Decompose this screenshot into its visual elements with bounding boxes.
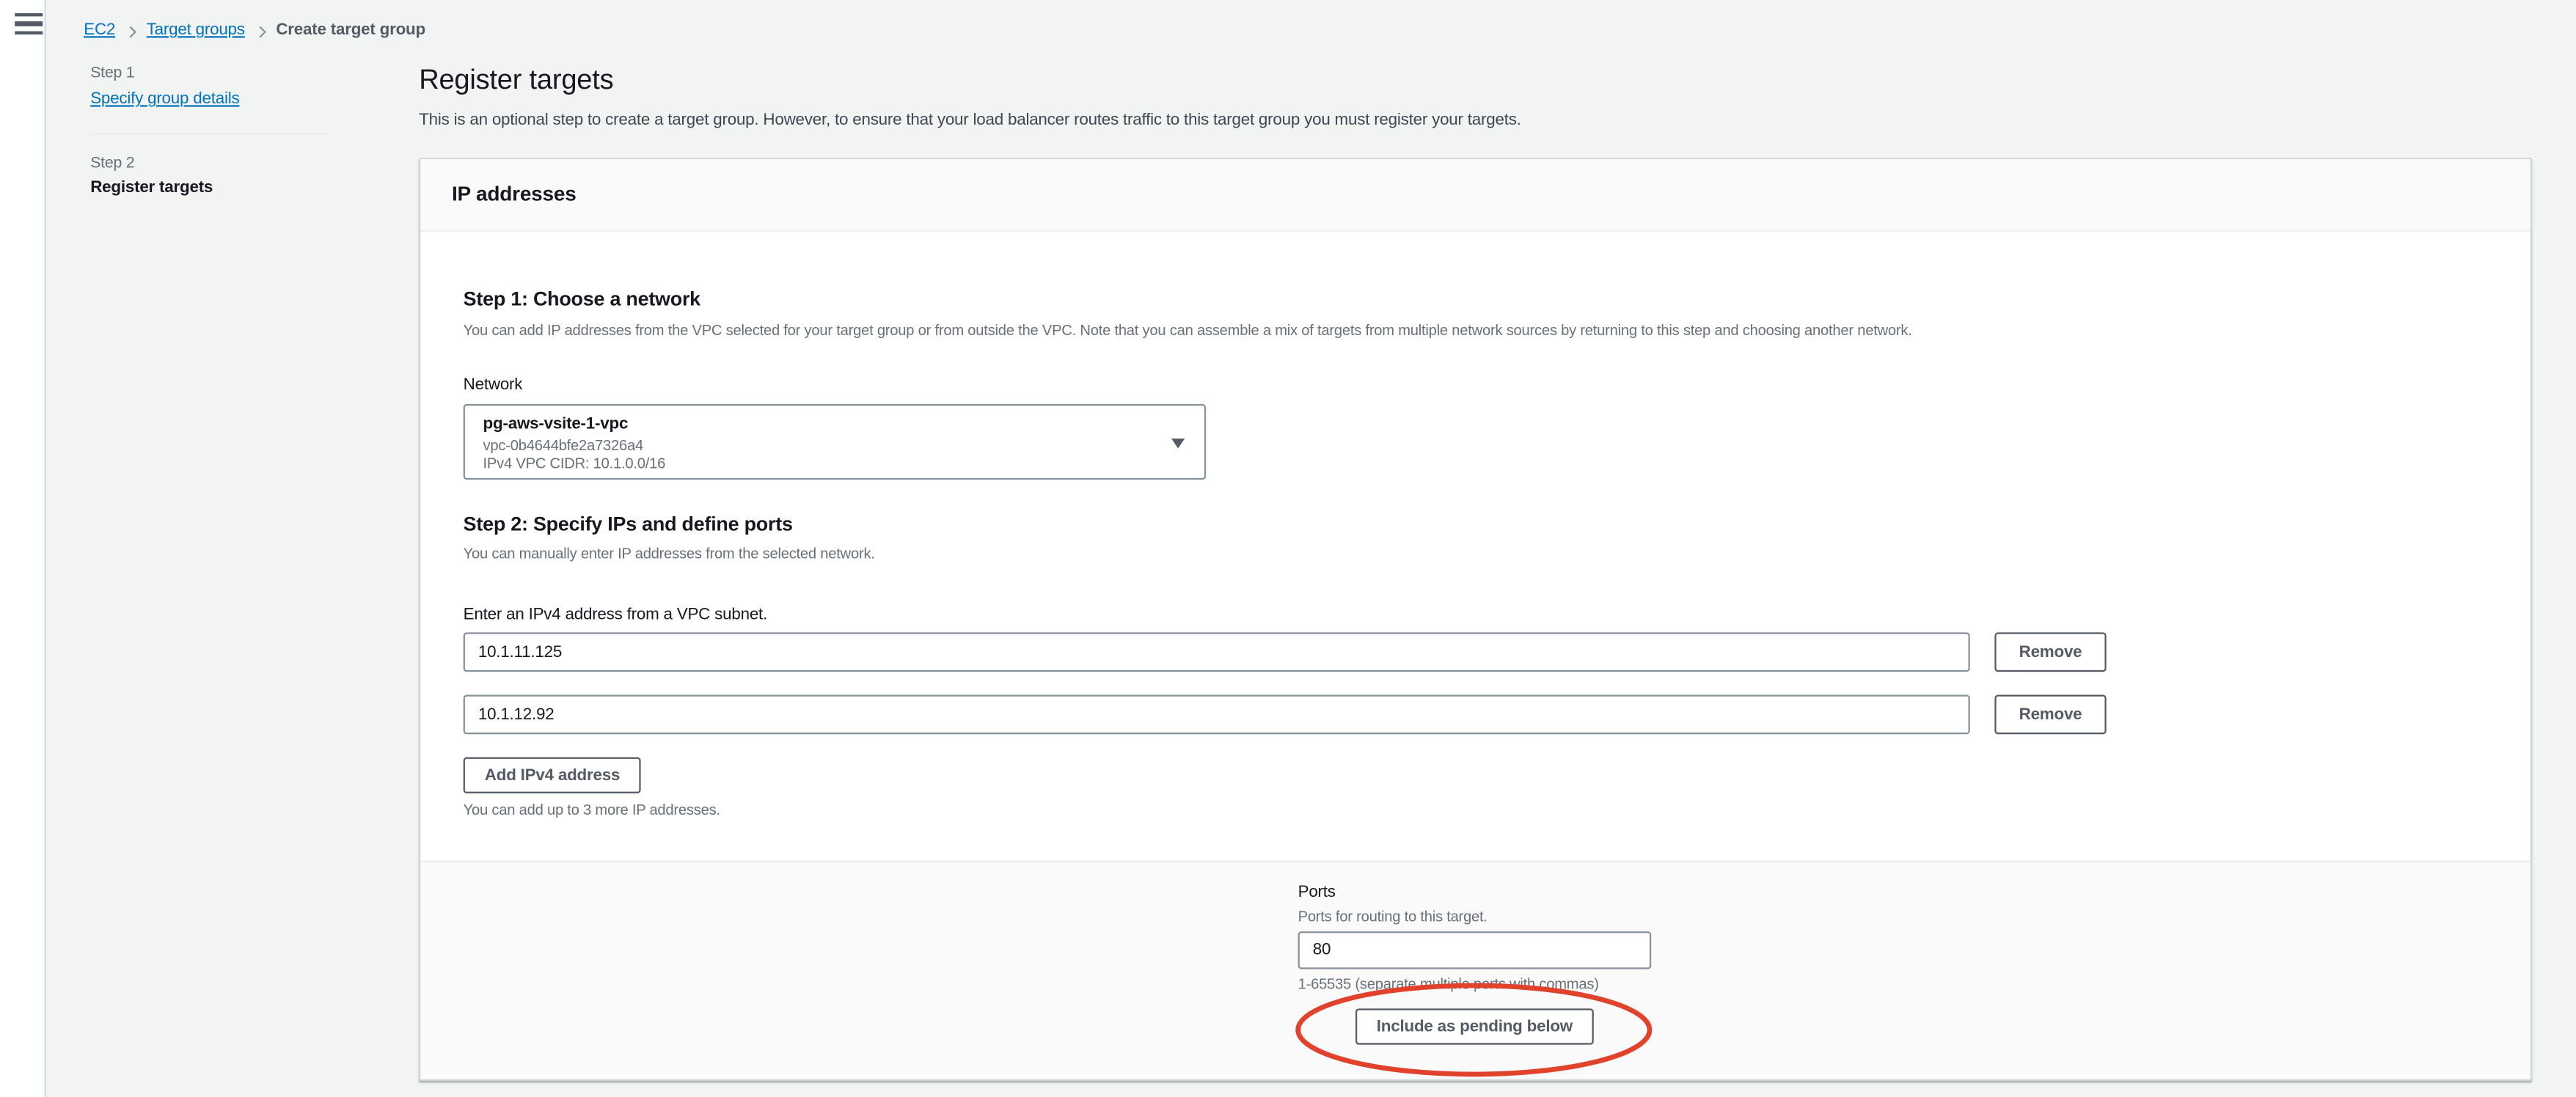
- menu-icon[interactable]: [15, 13, 43, 34]
- ip-row: Remove: [464, 632, 2488, 672]
- ip-address-input-1[interactable]: [464, 632, 1970, 672]
- step-2-label: Step 2: [90, 155, 419, 173]
- network-select-cidr: IPv4 VPC CIDR: 10.1.0.0/16: [483, 454, 1155, 472]
- steps-nav: Step 1 Specify group details Step 2 Regi…: [46, 41, 419, 199]
- step-1-label: Step 1: [90, 64, 419, 82]
- chevron-down-icon: [1171, 439, 1185, 448]
- network-label: Network: [464, 376, 2488, 396]
- ports-column: Ports Ports for routing to this target. …: [1298, 884, 1652, 1045]
- breadcrumb: EC2 Target groups Create target group: [46, 0, 2576, 41]
- menu-bar: [15, 31, 43, 34]
- ports-section: Ports Ports for routing to this target. …: [420, 861, 2530, 1079]
- steps-nav-step-2: Step 2 Register targets: [90, 155, 419, 199]
- chevron-right-icon: [255, 26, 266, 37]
- collapsed-nav-rail: [0, 0, 46, 1097]
- page-title: Register targets: [419, 62, 2532, 97]
- steps-nav-step-1: Step 1 Specify group details: [90, 64, 419, 111]
- specify-ips-heading: Step 2: Specify IPs and define ports: [464, 513, 2488, 535]
- menu-bar: [15, 22, 43, 26]
- sidebar-item-specify-group-details[interactable]: Specify group details: [90, 90, 239, 110]
- chevron-right-icon: [125, 26, 137, 37]
- card-header: IP addresses: [420, 159, 2530, 232]
- include-as-pending-button[interactable]: Include as pending below: [1355, 1008, 1594, 1044]
- network-select-vpc-id: vpc-0b4644bfe2a7326a4: [483, 437, 1155, 455]
- menu-bar: [15, 13, 43, 17]
- remove-ip-button-2[interactable]: Remove: [1994, 695, 2106, 735]
- card-body: Step 1: Choose a network You can add IP …: [420, 287, 2530, 861]
- main-panel: Register targets This is an optional ste…: [419, 41, 2576, 1081]
- specify-ips-description: You can manually enter IP addresses from…: [464, 546, 2488, 564]
- ports-label: Ports: [1298, 884, 1652, 903]
- breadcrumb-current-page: Create target group: [276, 20, 425, 41]
- remove-ip-button-1[interactable]: Remove: [1994, 632, 2106, 672]
- ip-input-label: Enter an IPv4 address from a VPC subnet.: [464, 606, 2488, 626]
- ports-input[interactable]: [1298, 931, 1652, 969]
- divider: [90, 133, 327, 134]
- ip-address-input-2[interactable]: [464, 695, 1970, 735]
- choose-network-heading: Step 1: Choose a network: [464, 287, 2488, 310]
- sidebar-item-register-targets: Register targets: [90, 179, 419, 199]
- network-select-value: pg-aws-vsite-1-vpc: [483, 414, 1155, 436]
- ip-row: Remove: [464, 695, 2488, 735]
- app-viewport: EC2 Target groups Create target group St…: [0, 0, 2576, 1097]
- card-title: IP addresses: [452, 183, 2499, 208]
- add-ip-hint: You can add up to 3 more IP addresses.: [464, 801, 2488, 820]
- ports-description: Ports for routing to this target.: [1298, 909, 1652, 927]
- breadcrumb-link-ec2[interactable]: EC2: [84, 20, 115, 41]
- network-select[interactable]: pg-aws-vsite-1-vpc vpc-0b4644bfe2a7326a4…: [464, 404, 1206, 480]
- ports-constraint: 1-65535 (separate multiple ports with co…: [1298, 976, 1652, 994]
- breadcrumb-link-target-groups[interactable]: Target groups: [147, 20, 245, 41]
- choose-network-description: You can add IP addresses from the VPC se…: [464, 322, 2488, 340]
- page-description: This is an optional step to create a tar…: [419, 111, 2532, 131]
- ip-addresses-card: IP addresses Step 1: Choose a network Yo…: [419, 158, 2532, 1081]
- add-ipv4-address-button[interactable]: Add IPv4 address: [464, 757, 642, 793]
- page-content: EC2 Target groups Create target group St…: [46, 0, 2576, 1081]
